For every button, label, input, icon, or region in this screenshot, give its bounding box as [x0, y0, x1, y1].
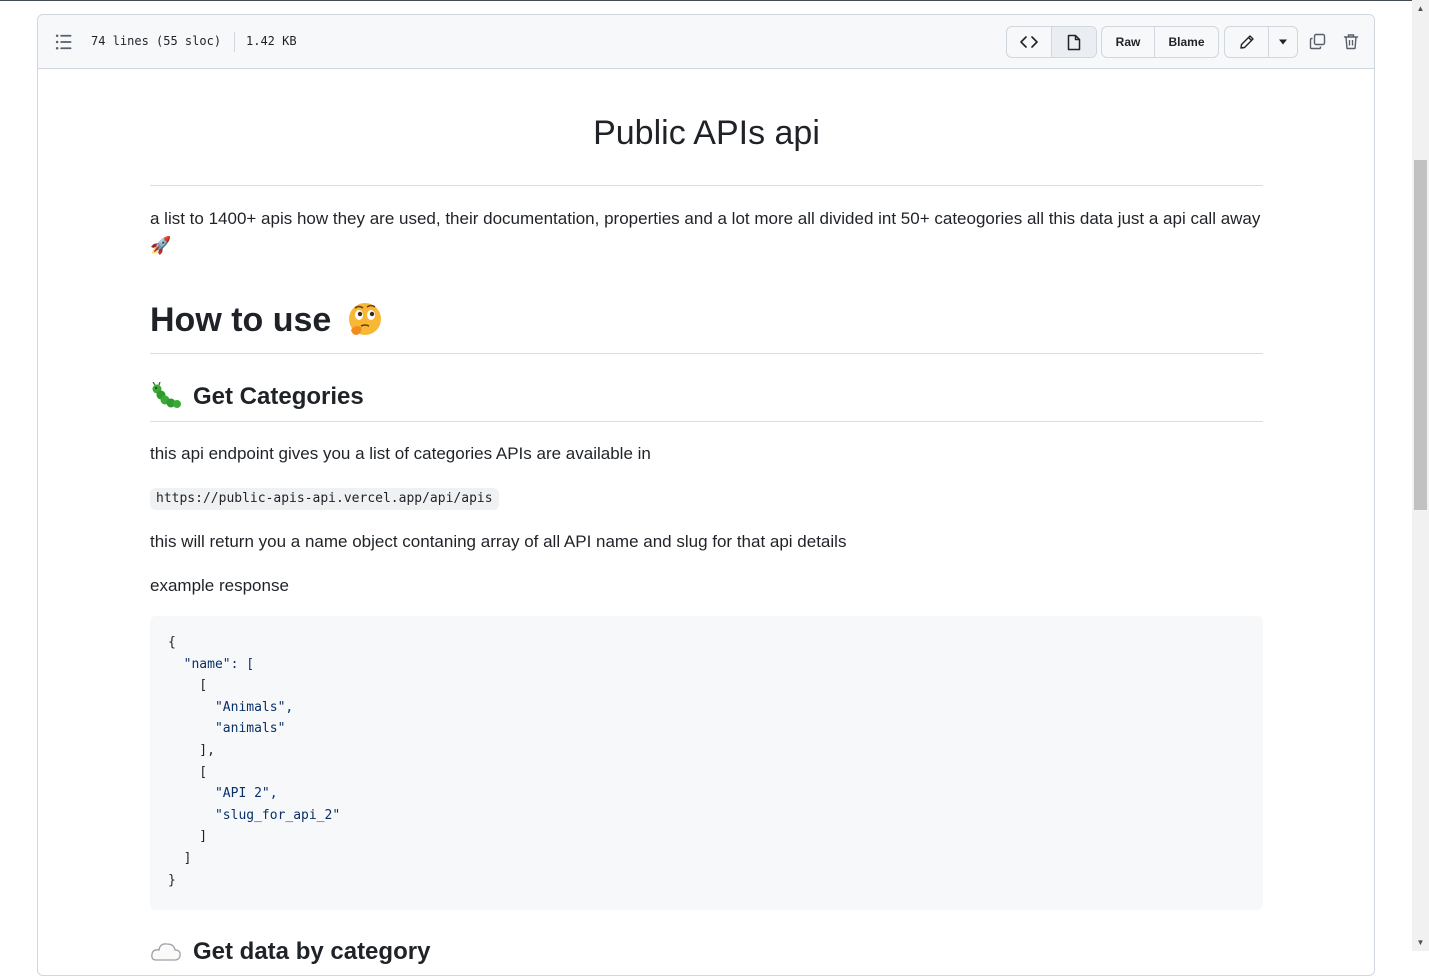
scroll-up-arrow-icon[interactable]: ▲: [1412, 0, 1429, 17]
code-line: }: [168, 872, 176, 888]
code-view-button[interactable]: [1007, 27, 1051, 57]
preview-view-button[interactable]: [1051, 27, 1096, 57]
code-line: "animals": [168, 721, 286, 737]
raw-button[interactable]: Raw: [1102, 27, 1154, 57]
line-count: 74 lines (55 sloc): [91, 34, 222, 48]
readme-title: Public APIs api: [593, 114, 820, 152]
example-label: example response: [150, 576, 289, 595]
view-mode-toggle: [1006, 26, 1097, 58]
scroll-down-arrow-icon[interactable]: ▼: [1412, 934, 1429, 951]
how-to-use-text: How to use: [150, 300, 332, 339]
thinking-face-emoji: [349, 303, 382, 335]
code-line: "slug_for_api_2": [168, 807, 341, 823]
code-line: ]: [168, 829, 208, 845]
scroll-thumb[interactable]: [1414, 160, 1427, 510]
code-line: ],: [168, 742, 215, 758]
file-viewer: 74 lines (55 sloc) 1.42 KB Raw Blame Pub…: [37, 14, 1375, 976]
title-divider: [150, 185, 1263, 186]
section-divider-1: [150, 353, 1263, 354]
code-line: "name": [: [168, 656, 255, 672]
how-to-use-heading: How to use: [150, 300, 385, 340]
get-data-by-category-heading: Get data by category: [150, 938, 430, 966]
caterpillar-emoji: [152, 382, 181, 408]
raw-blame-group: Raw Blame: [1101, 26, 1219, 58]
code-line: {: [168, 635, 176, 650]
triangle-down-icon: [1279, 39, 1287, 45]
delete-button[interactable]: [1340, 30, 1362, 52]
page-scrollbar[interactable]: ▲ ▼: [1412, 0, 1429, 951]
endpoint-url: https://public-apis-api.vercel.app/api/a…: [150, 488, 499, 510]
info-divider: [234, 32, 235, 52]
edit-button[interactable]: [1225, 27, 1268, 57]
code-line: "Animals",: [168, 699, 294, 715]
copy-button[interactable]: [1306, 30, 1328, 52]
edit-dropdown-button[interactable]: [1268, 27, 1297, 57]
code-line: [: [168, 764, 208, 780]
get-data-by-category-text: Get data by category: [193, 938, 431, 965]
code-icon: [1020, 36, 1038, 48]
edit-group: [1224, 26, 1298, 58]
list-unordered-icon: [55, 34, 72, 50]
trash-icon: [1343, 33, 1359, 49]
example-response-code: { "name": [ [ "Animals", "animals" ], [ …: [150, 616, 1263, 910]
get-categories-heading: Get Categories: [150, 382, 364, 412]
code-line: [: [168, 678, 208, 694]
code-content: { "name": [ [ "Animals", "animals" ], [ …: [168, 632, 340, 891]
file-size: 1.42 KB: [246, 34, 297, 48]
code-line: ]: [168, 850, 192, 866]
file-icon: [1067, 34, 1081, 50]
get-categories-text: Get Categories: [193, 383, 364, 410]
window-top-border: [0, 0, 1412, 1]
copy-icon: [1309, 33, 1325, 49]
outline-toggle-button[interactable]: [54, 32, 74, 52]
intro-paragraph: a list to 1400+ apis how they are used, …: [150, 209, 1261, 255]
blame-button[interactable]: Blame: [1154, 27, 1218, 57]
section-divider-2: [150, 421, 1263, 422]
file-header: 74 lines (55 sloc) 1.42 KB Raw Blame: [38, 15, 1374, 69]
return-description: this will return you a name object conta…: [150, 532, 847, 551]
categories-description: this api endpoint gives you a list of ca…: [150, 444, 651, 463]
cloud-emoji: [151, 943, 181, 961]
code-line: "API 2",: [168, 786, 278, 802]
pencil-icon: [1239, 35, 1254, 49]
